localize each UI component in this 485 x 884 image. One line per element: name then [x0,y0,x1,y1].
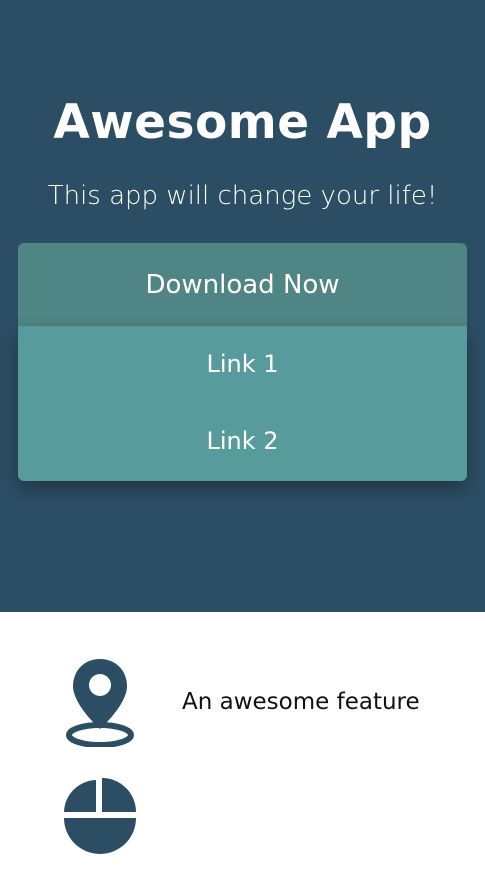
download-dropdown-menu: Link 1 Link 2 [18,326,467,481]
feature-label: An awesome feature [182,689,420,715]
dropdown-link-2[interactable]: Link 2 [18,403,467,480]
location-pin-icon [66,659,134,747]
app-title: Awesome App [53,95,432,150]
tagline: This app will change your life! [47,181,438,211]
dropdown-link-1[interactable]: Link 1 [18,326,467,403]
pie-chart-icon [64,778,136,854]
download-button[interactable]: Download Now [18,243,467,327]
feature-item [0,774,485,884]
hero-section: Awesome App This app will change your li… [0,0,485,612]
feature-item: An awesome feature [0,655,485,765]
